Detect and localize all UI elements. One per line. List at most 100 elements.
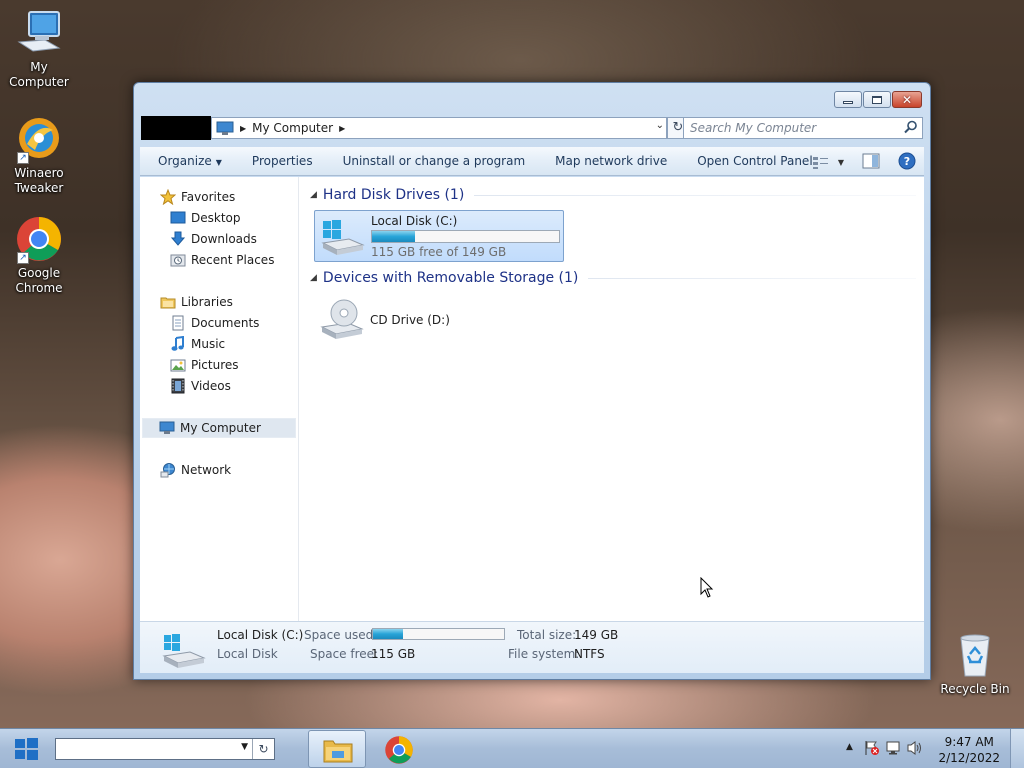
minimize-icon xyxy=(843,101,853,104)
collapse-triangle-icon[interactable]: ◢ xyxy=(310,190,317,200)
search-input[interactable]: Search My Computer xyxy=(683,117,923,139)
nav-libraries[interactable]: Libraries xyxy=(160,292,233,312)
nav-pictures[interactable]: Pictures xyxy=(170,355,239,375)
system-tray: ▲ 9:47 AM 2/12/2022 xyxy=(834,729,1024,768)
nav-favorites[interactable]: Favorites xyxy=(159,187,235,207)
desktop-icon-google-chrome[interactable]: ↗ Google Chrome xyxy=(0,216,78,296)
desktop-icon-label: My Computer xyxy=(9,60,69,89)
details-total-size-label: Total size: xyxy=(517,628,577,642)
drive-tile-cd-drive-d[interactable]: CD Drive (D:) xyxy=(314,295,564,347)
details-space-free-label: Space free: xyxy=(310,647,379,661)
group-divider xyxy=(588,277,916,279)
nav-music[interactable]: Music xyxy=(170,334,225,354)
desktop-icon-winaero-tweaker[interactable]: ↗ Winaero Tweaker xyxy=(0,116,78,196)
windows-logo-icon xyxy=(15,738,38,760)
details-drive-type: Local Disk xyxy=(217,647,278,661)
close-icon: ✕ xyxy=(901,92,913,107)
nav-desktop[interactable]: Desktop xyxy=(170,208,241,228)
desktop-icon-label: Google Chrome xyxy=(15,266,63,295)
volume-icon[interactable] xyxy=(906,740,924,759)
navigation-pane[interactable]: Favorites Desktop Downloads Recent Place… xyxy=(140,177,299,621)
back-forward-buttons[interactable] xyxy=(141,116,211,140)
drive-usage-fill xyxy=(372,231,415,242)
main-pane[interactable]: ◢ Hard Disk Drives (1) Local Disk (C:) 1… xyxy=(300,177,924,621)
documents-icon xyxy=(170,315,186,331)
uninstall-program-button[interactable]: Uninstall or change a program xyxy=(343,154,526,168)
chevron-down-icon[interactable]: ▼ xyxy=(241,742,248,752)
pictures-icon xyxy=(170,357,186,373)
recycle-bin-icon xyxy=(951,632,999,680)
drive-tile-local-disk-c[interactable]: Local Disk (C:) 115 GB free of 149 GB xyxy=(314,210,564,262)
nav-downloads[interactable]: Downloads xyxy=(170,229,257,249)
map-network-drive-button[interactable]: Map network drive xyxy=(555,154,667,168)
refresh-icon[interactable]: ↻ xyxy=(252,739,274,759)
taskbar-chrome-button[interactable] xyxy=(370,730,428,768)
mouse-cursor-icon xyxy=(700,577,714,598)
toolbar-right-group: ▼ ? xyxy=(794,152,916,173)
preview-pane-icon xyxy=(862,153,880,169)
details-space-free-value: 115 GB xyxy=(371,647,416,661)
computer-icon xyxy=(15,10,63,58)
start-button[interactable] xyxy=(6,733,46,765)
group-header-removable-storage[interactable]: ◢ Devices with Removable Storage (1) xyxy=(310,268,916,288)
caption-buttons: ✕ xyxy=(833,91,922,108)
explorer-window[interactable]: ✕ ▶ My Computer ▶ ⌄ ↻ Search My Computer… xyxy=(133,82,931,680)
maximize-icon xyxy=(872,95,882,104)
clock[interactable]: 9:47 AM 2/12/2022 xyxy=(938,734,1000,766)
chevron-down-icon: ▼ xyxy=(837,158,844,167)
desktop-icon xyxy=(170,210,186,226)
details-file-system-value: NTFS xyxy=(574,647,605,661)
nav-my-computer[interactable]: My Computer xyxy=(142,418,296,438)
desktop-icon-label: Winaero Tweaker xyxy=(14,166,64,195)
drive-name: CD Drive (D:) xyxy=(370,313,450,327)
minimize-button[interactable] xyxy=(834,91,862,108)
winaero-tweaker-icon: ↗ xyxy=(15,116,63,164)
show-hidden-icons-button[interactable]: ▲ xyxy=(846,742,853,752)
collapse-triangle-icon[interactable]: ◢ xyxy=(310,273,317,283)
nav-recent-places[interactable]: Recent Places xyxy=(170,250,274,270)
address-row: ▶ My Computer ▶ ⌄ ↻ Search My Computer xyxy=(141,116,923,140)
address-bar[interactable]: ▶ My Computer ▶ ⌄ xyxy=(211,117,667,139)
hard-drive-windows-icon xyxy=(162,634,206,668)
organize-button[interactable]: Organize ▼ xyxy=(158,154,222,168)
desktop-icon-my-computer[interactable]: My Computer xyxy=(0,10,78,90)
help-button[interactable]: ? xyxy=(898,152,916,173)
chrome-icon: ↗ xyxy=(15,216,63,264)
taskbar-explorer-button[interactable] xyxy=(308,730,366,768)
shortcut-arrow-icon: ↗ xyxy=(17,252,29,264)
group-header-hard-disk-drives[interactable]: ◢ Hard Disk Drives (1) xyxy=(310,185,916,205)
computer-small-icon xyxy=(216,121,234,135)
chevron-down-icon: ▼ xyxy=(215,158,222,167)
details-usage-fill xyxy=(373,629,404,639)
maximize-button[interactable] xyxy=(863,91,891,108)
address-dropdown-icon[interactable]: ⌄ xyxy=(656,120,664,131)
properties-button[interactable]: Properties xyxy=(252,154,313,168)
group-divider xyxy=(474,194,916,196)
libraries-icon xyxy=(160,294,176,310)
breadcrumb-my-computer[interactable]: My Computer xyxy=(252,121,333,135)
show-desktop-button[interactable] xyxy=(1010,729,1024,768)
details-usage-bar xyxy=(372,628,505,640)
preview-pane-button[interactable] xyxy=(862,153,880,172)
computer-icon xyxy=(159,420,175,436)
breadcrumb-separator-icon[interactable]: ▶ xyxy=(240,124,246,133)
action-center-flag-icon[interactable] xyxy=(864,740,880,759)
nav-documents[interactable]: Documents xyxy=(170,313,259,333)
nav-videos[interactable]: Videos xyxy=(170,376,231,396)
network-tray-icon[interactable] xyxy=(886,740,902,759)
videos-icon xyxy=(170,378,186,394)
nav-network[interactable]: Network xyxy=(160,460,231,480)
view-options-icon xyxy=(812,156,828,169)
search-icon[interactable] xyxy=(904,120,918,137)
close-button[interactable]: ✕ xyxy=(892,91,922,108)
clock-time: 9:47 AM xyxy=(944,735,994,749)
taskbar: ▼ ↻ ▲ 9:47 AM 2/12/2022 xyxy=(0,728,1024,768)
breadcrumb-chevron-icon[interactable]: ▶ xyxy=(339,124,345,133)
chrome-icon xyxy=(385,736,413,764)
details-pane: Local Disk (C:) Local Disk Space used: S… xyxy=(140,621,924,673)
change-view-button[interactable]: ▼ xyxy=(812,156,844,170)
taskbar-address-input[interactable]: ▼ ↻ xyxy=(55,738,275,760)
network-icon xyxy=(160,462,176,478)
details-drive-name: Local Disk (C:) xyxy=(217,628,304,642)
desktop-icon-recycle-bin[interactable]: Recycle Bin xyxy=(936,632,1014,697)
